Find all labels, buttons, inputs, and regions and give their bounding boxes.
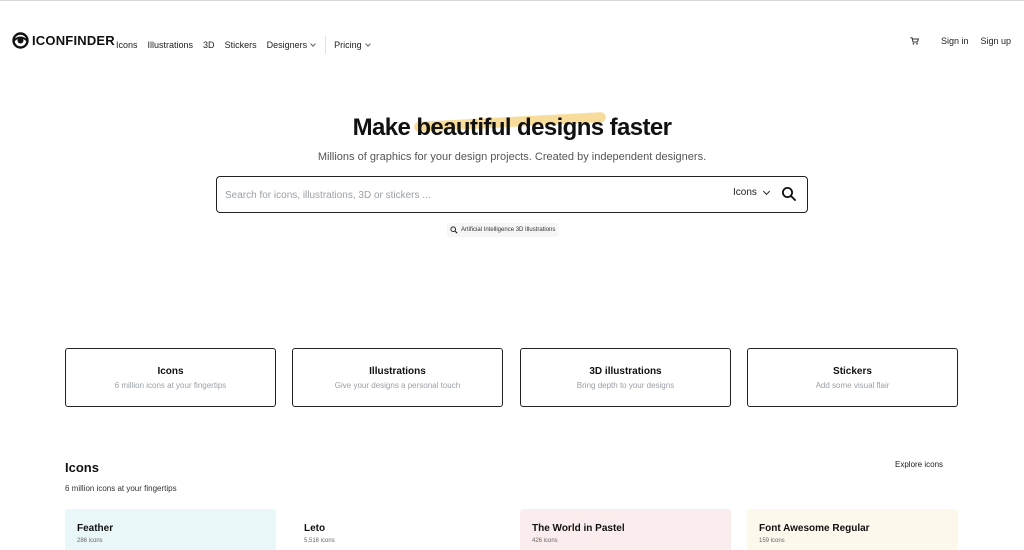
- hero-title-post: faster: [603, 114, 672, 141]
- chevron-down-icon: [762, 187, 770, 195]
- search-icon: [450, 226, 458, 234]
- search-type-label: Icons: [733, 187, 757, 198]
- nav-divider: [325, 36, 327, 54]
- header-actions: Sign in Sign up: [910, 36, 1011, 46]
- nav-item-label: Pricing: [334, 40, 362, 50]
- category-subtitle: Give your designs a personal touch: [334, 381, 461, 390]
- nav-item-label: Icons: [116, 40, 138, 50]
- search-bar: Icons: [216, 176, 808, 213]
- category-subtitle: Bring depth to your designs: [576, 381, 675, 390]
- iconfinder-logo-icon: [12, 32, 29, 49]
- search-icon: [782, 187, 796, 201]
- category-title: Stickers: [833, 366, 872, 377]
- search-type-dropdown[interactable]: Icons: [733, 187, 770, 198]
- hero-subtitle: Millions of graphics for your design pro…: [317, 151, 707, 163]
- category-title: 3D illustrations: [589, 366, 662, 377]
- icon-pack-name: Feather: [77, 523, 114, 534]
- site-header: ICONFINDER Icons Illustrations 3D Sticke…: [0, 26, 1024, 56]
- cart-button[interactable]: [910, 37, 919, 45]
- chevron-down-icon: [310, 41, 316, 47]
- icon-pack-count: 159 icons: [759, 538, 785, 544]
- icon-pack-count: 426 icons: [532, 538, 558, 544]
- category-subtitle: 6 million icons at your fingertips: [114, 381, 227, 390]
- category-title: Illustrations: [369, 366, 426, 377]
- nav-item-label: Designers: [266, 40, 308, 50]
- cart-icon: [910, 37, 919, 45]
- nav-item-label: Illustrations: [147, 40, 194, 50]
- nav-item-label: Stickers: [224, 40, 257, 50]
- explore-icons-link[interactable]: Explore icons: [895, 460, 943, 469]
- category-title: Icons: [157, 366, 184, 377]
- nav-item-stickers[interactable]: Stickers: [225, 40, 257, 50]
- icon-pack-name: Leto: [304, 523, 326, 534]
- icon-pack-card[interactable]: Feather 286 icons: [65, 509, 276, 550]
- icon-pack-count: 5,516 icons: [304, 538, 335, 544]
- main-nav: Icons Illustrations 3D Stickers Designer…: [116, 36, 380, 54]
- category-card-stickers[interactable]: Stickers Add some visual flair: [747, 348, 958, 407]
- icons-section-title: Icons: [65, 460, 99, 475]
- search-input[interactable]: [225, 185, 705, 205]
- search-suggestion[interactable]: Artificial Intelligence 3D Illustrations: [447, 223, 560, 237]
- icon-pack-card[interactable]: Font Awesome Regular 159 icons: [747, 509, 958, 550]
- category-card-3d-illustrations[interactable]: 3D illustrations Bring depth to your des…: [520, 348, 731, 407]
- brand-name: ICONFINDER: [32, 33, 115, 48]
- category-subtitle: Add some visual flair: [815, 381, 890, 390]
- hero-title-highlight-text: beautiful designs: [416, 114, 604, 141]
- nav-item-3d[interactable]: 3D: [203, 40, 215, 50]
- category-card-icons[interactable]: Icons 6 million icons at your fingertips: [65, 348, 276, 407]
- chevron-down-icon: [364, 41, 371, 47]
- nav-item-designers[interactable]: Designers: [267, 40, 316, 50]
- icon-pack-name: Font Awesome Regular: [759, 523, 870, 534]
- hero-title-pre: Make: [352, 114, 417, 141]
- icon-pack-count: 286 icons: [77, 538, 103, 544]
- nav-item-pricing[interactable]: Pricing: [334, 40, 371, 50]
- hero-title-highlight: beautiful designs: [416, 114, 604, 142]
- category-card-illustrations[interactable]: Illustrations Give your designs a person…: [292, 348, 503, 407]
- icon-pack-name: The World in Pastel: [532, 523, 625, 534]
- nav-item-icons[interactable]: Icons: [116, 40, 138, 50]
- top-border: [0, 0, 1024, 1]
- nav-item-label: 3D: [203, 40, 215, 50]
- search-suggestion-label: Artificial Intelligence 3D Illustrations: [461, 227, 556, 233]
- icon-pack-card[interactable]: Leto 5,516 icons: [292, 509, 503, 550]
- brand-logo[interactable]: ICONFINDER: [12, 32, 115, 49]
- sign-in-link[interactable]: Sign in: [941, 36, 969, 46]
- icons-section-subtitle: 6 million icons at your fingertips: [65, 484, 177, 493]
- hero-title: Make beautiful designs faster: [0, 114, 1024, 142]
- search-button[interactable]: [781, 186, 797, 202]
- sign-up-link[interactable]: Sign up: [980, 36, 1011, 46]
- icon-pack-card[interactable]: The World in Pastel 426 icons: [520, 509, 731, 550]
- nav-item-illustrations[interactable]: Illustrations: [148, 40, 194, 50]
